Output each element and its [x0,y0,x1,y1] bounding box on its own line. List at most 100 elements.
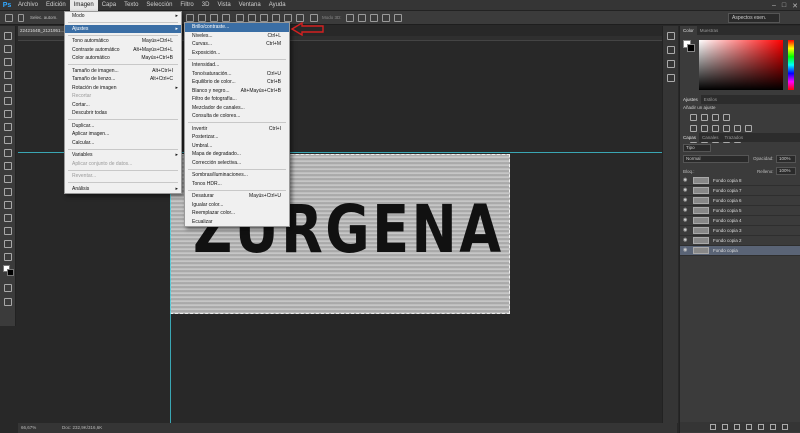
layer-row[interactable]: ◉ Fondo copia [680,246,800,256]
eye-icon[interactable]: ◉ [683,188,689,193]
menu-item-ajustes[interactable]: Ajustes ▸ [65,24,181,33]
menu-archivo[interactable]: Archivo [14,0,42,11]
layer-row[interactable]: ◉ Fondo copia 3 [680,226,800,236]
blur-tool-icon[interactable] [4,188,12,196]
submenu-item-reemplazar-color[interactable]: Reemplazar color... [185,209,289,218]
layer-row[interactable]: ◉ Fondo copia 4 [680,216,800,226]
marquee-tool-icon[interactable] [4,45,12,53]
submenu-item-tono-saturacion[interactable]: Tono/saturación... Ctrl+U [185,70,289,79]
menu-item-variables[interactable]: Variables ▸ [65,151,181,160]
3d-slide-icon[interactable] [382,14,390,22]
3d-rotate-icon[interactable] [346,14,354,22]
background-color-swatch[interactable] [7,269,14,276]
eye-icon[interactable]: ◉ [683,208,689,213]
menu-item-tono-automatico[interactable]: Tono automático Mayús+Ctrl+L [65,37,181,46]
hand-tool-icon[interactable] [4,253,12,261]
pen-tool-icon[interactable] [4,214,12,222]
menu-item-tamano-de-lienzo[interactable]: Tamaño de lienzo... Alt+Ctrl+C [65,75,181,84]
submenu-item-equilibrio-de-color[interactable]: Equilibrio de color... Ctrl+B [185,78,289,87]
hue-saturation-adjust-icon[interactable] [701,125,708,132]
auto-select-checkbox[interactable] [18,14,24,22]
layer-row[interactable]: ◉ Fondo copia 8 [680,176,800,186]
align-right-icon[interactable] [248,14,256,22]
menu-edicion[interactable]: Edición [42,0,70,11]
submenu-item-posterizar[interactable]: Posterizar... [185,133,289,142]
submenu-item-blanco-y-negro[interactable]: Blanco y negro... Alt+Mayús+Ctrl+B [185,87,289,96]
menu-item-aplicar-imagen[interactable]: Aplicar imagen... [65,130,181,139]
submenu-item-filtro-de-fotografia[interactable]: Filtro de fotografía... [185,95,289,104]
submenu-item-umbral[interactable]: Umbral... [185,142,289,151]
eye-icon[interactable]: ◉ [683,198,689,203]
eye-icon[interactable]: ◉ [683,178,689,183]
submenu-item-niveles[interactable]: Niveles... Ctrl+L [185,32,289,41]
eye-icon[interactable]: ◉ [683,248,689,253]
submenu-item-sombras-iluminaciones[interactable]: Sombras/iluminaciones... [185,171,289,180]
eraser-tool-icon[interactable] [4,162,12,170]
quick-mask-icon[interactable] [4,284,12,292]
opacity-input[interactable]: 100% [776,155,796,163]
eye-icon[interactable]: ◉ [683,228,689,233]
healing-brush-tool-icon[interactable] [4,110,12,118]
layer-row[interactable]: ◉ Fondo copia 5 [680,206,800,216]
document-tab[interactable]: 2242164B_2121951... [18,26,65,36]
tab-ajustes[interactable]: Ajustes [680,95,701,104]
submenu-item-curvas[interactable]: Curvas... Ctrl+M [185,40,289,49]
menu-filtro[interactable]: Filtro [176,0,197,11]
tab-trazados[interactable]: Trazados [722,133,747,142]
vibrance-adjust-icon[interactable] [690,125,697,132]
auto-align-icon[interactable] [310,14,318,22]
submenu-item-mapa-de-degradado[interactable]: Mapa de degradado... [185,150,289,159]
move-tool-icon[interactable] [4,32,12,40]
menu-item-duplicar[interactable]: Duplicar... [65,122,181,131]
close-icon[interactable]: ✕ [792,2,798,10]
brightness-adjust-icon[interactable] [690,114,697,121]
workspace-select[interactable]: Aspectos esen. [728,13,780,23]
color-balance-adjust-icon[interactable] [712,125,719,132]
submenu-item-igualar-color[interactable]: Igualar color... [185,201,289,210]
align-top-icon[interactable] [186,14,194,22]
fill-input[interactable]: 100% [776,167,796,175]
trash-icon[interactable] [782,424,788,430]
new-layer-icon[interactable] [770,424,776,430]
menu-item-modo[interactable]: Modo ▸ [65,12,181,21]
properties-panel-icon[interactable] [667,46,675,54]
menu-capa[interactable]: Capa [98,0,120,11]
menu-texto[interactable]: Texto [120,0,142,11]
paragraph-panel-icon[interactable] [667,74,675,82]
eyedropper-tool-icon[interactable] [4,97,12,105]
distribute-top-icon[interactable] [260,14,268,22]
brush-tool-icon[interactable] [4,123,12,131]
quick-select-tool-icon[interactable] [4,71,12,79]
submenu-item-intensidad[interactable]: Intensidad... [185,61,289,70]
adjustment-layer-icon[interactable] [746,424,752,430]
dodge-tool-icon[interactable] [4,201,12,209]
menu-item-analisis[interactable]: Análisis ▸ [65,185,181,194]
lasso-tool-icon[interactable] [4,58,12,66]
exposure-adjust-icon[interactable] [723,114,730,121]
submenu-item-invertir[interactable]: Invertir Ctrl+I [185,125,289,134]
tab-color[interactable]: Color [680,26,697,35]
menu-imagen[interactable]: Imagen [69,0,98,11]
history-panel-icon[interactable] [667,32,675,40]
screen-mode-icon[interactable] [4,298,12,306]
submenu-item-correccion-selectiva[interactable]: Corrección selectiva... [185,159,289,168]
layer-row[interactable]: ◉ Fondo copia 6 [680,196,800,206]
tab-muestras[interactable]: Muestras [697,26,722,35]
3d-drag-icon[interactable] [370,14,378,22]
type-tool-icon[interactable] [4,227,12,235]
clone-stamp-tool-icon[interactable] [4,136,12,144]
menu-item-color-automatico[interactable]: Color automático Mayús+Ctrl+B [65,54,181,63]
blend-mode-select[interactable]: Normal [683,155,749,163]
black-white-adjust-icon[interactable] [723,125,730,132]
eye-icon[interactable]: ◉ [683,218,689,223]
photo-filter-adjust-icon[interactable] [734,125,741,132]
zoom-level[interactable]: 66,67% [21,425,36,430]
menu-ayuda[interactable]: Ayuda [265,0,290,11]
distribute-bottom-icon[interactable] [284,14,292,22]
submenu-item-consulta-de-colores[interactable]: Consulta de colores... [185,112,289,121]
submenu-item-mezclador-de-canales[interactable]: Mezclador de canales... [185,104,289,113]
menu-item-cortar[interactable]: Cortar... [65,101,181,110]
align-bottom-icon[interactable] [210,14,218,22]
layer-kind-filter[interactable]: Tipo [683,144,711,152]
color-background-swatch[interactable] [687,44,695,52]
